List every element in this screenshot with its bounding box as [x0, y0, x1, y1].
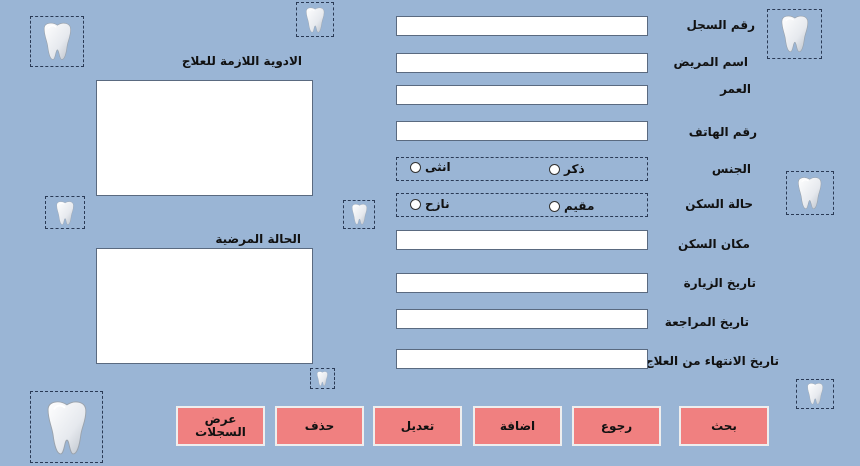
treatment-end-date-label: تاريخ الانتهاء من العلاج	[644, 354, 779, 368]
residence-place-label: مكان السكن	[678, 237, 750, 251]
tooth-icon	[30, 391, 103, 463]
review-date-label: تاريخ المراجعة	[664, 315, 749, 329]
add-button[interactable]: اضافة	[473, 406, 562, 446]
radio-circle[interactable]	[410, 161, 421, 173]
residence-place-input[interactable]	[396, 230, 648, 250]
tooth-icon	[786, 171, 834, 215]
tooth-icon	[30, 16, 84, 67]
gender-male-label: ذكر	[564, 162, 585, 176]
show-records-button[interactable]: عرض السجلات	[176, 406, 265, 446]
residence-status-label: حالة السكن	[685, 197, 753, 211]
record-no-input[interactable]	[396, 16, 648, 36]
condition-textarea[interactable]	[96, 248, 313, 364]
patient-name-label: اسم المريض	[673, 55, 748, 69]
radio-circle[interactable]	[410, 198, 421, 210]
visit-date-input[interactable]	[396, 273, 648, 293]
condition-label: الحالة المرضية	[215, 232, 301, 246]
visit-date-label: تاريخ الزيارة	[683, 276, 756, 290]
tooth-icon	[296, 2, 334, 37]
patient-name-input[interactable]	[396, 53, 648, 73]
tooth-icon	[767, 9, 822, 59]
tooth-icon	[45, 196, 85, 229]
search-button[interactable]: بحث	[679, 406, 769, 446]
back-button[interactable]: رجوع	[572, 406, 661, 446]
residence-outside-label: نازح	[425, 197, 450, 211]
tooth-icon	[796, 379, 834, 409]
edit-button[interactable]: تعديل	[373, 406, 462, 446]
age-input[interactable]	[396, 85, 648, 105]
gender-female-radio[interactable]: انثى	[410, 160, 451, 174]
delete-button[interactable]: حذف	[275, 406, 364, 446]
tooth-icon	[310, 368, 335, 389]
phone-input[interactable]	[396, 121, 648, 141]
medicines-label: الادوية اللازمة للعلاج	[181, 54, 302, 68]
age-label: العمر	[720, 82, 751, 96]
treatment-end-date-input[interactable]	[396, 349, 648, 369]
radio-circle[interactable]	[549, 200, 560, 212]
tooth-icon	[343, 200, 375, 229]
residence-outside-radio[interactable]: نازح	[410, 197, 450, 211]
residence-status-group: مقيم نازح	[396, 193, 648, 217]
medicines-textarea[interactable]	[96, 80, 313, 196]
residence-resident-radio[interactable]: مقيم	[549, 199, 594, 213]
phone-label: رقم الهاتف	[688, 125, 757, 139]
gender-female-label: انثى	[425, 160, 451, 174]
gender-male-radio[interactable]: ذكر	[549, 162, 585, 176]
residence-resident-label: مقيم	[564, 199, 595, 213]
gender-group: ذكر انثى	[396, 157, 648, 181]
review-date-input[interactable]	[396, 309, 648, 329]
radio-circle[interactable]	[549, 163, 560, 175]
record-no-label: رقم السجل	[686, 18, 755, 32]
gender-label: الجنس	[711, 162, 751, 176]
